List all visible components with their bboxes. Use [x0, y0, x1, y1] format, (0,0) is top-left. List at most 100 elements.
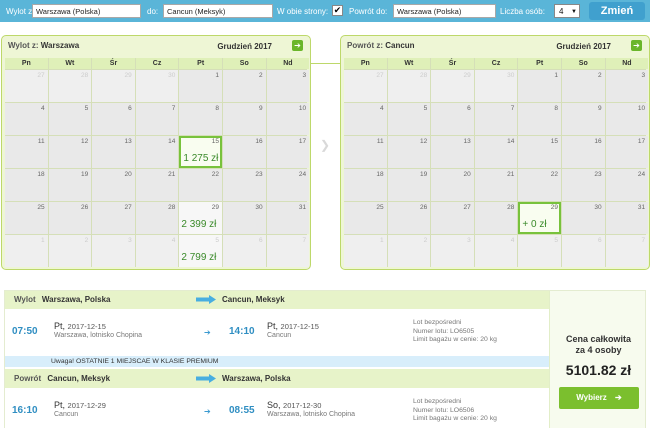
inbound-leg-header: Powrót Cancun, Meksyk Warszawa, Polska	[4, 369, 549, 388]
inbound-leg-from-city: Cancun, Meksyk	[47, 374, 111, 383]
from-input[interactable]: Warszawa (Polska)	[32, 4, 141, 18]
chevron-right-icon: ❯	[320, 138, 331, 152]
persons-label: Liczba osób:	[500, 6, 545, 16]
ret-day-cell: 10	[605, 103, 649, 135]
ret-day-number: 3	[641, 72, 646, 79]
out-day-cell: 6	[92, 103, 135, 135]
out-day-number: 14	[168, 138, 176, 145]
ret-day-cell: 23	[561, 169, 605, 201]
outbound-arr-date-value: 2017-12-15	[280, 322, 319, 331]
out-day-cell-selected[interactable]: 15 1 275 zł	[179, 136, 222, 168]
out-day-cell: 1	[5, 235, 48, 267]
return-input[interactable]: Warszawa (Polska)	[393, 4, 496, 18]
out-day-number: 21	[168, 171, 176, 178]
inbound-dep-date: Pt, 2017-12-29 Cancun	[54, 400, 106, 418]
ret-day-number: 4	[510, 237, 515, 244]
outbound-baggage-limit: Limit bagażu w cenie: 20 kg	[413, 336, 497, 343]
ret-day-number: 2	[597, 72, 602, 79]
arrow-right-icon	[196, 374, 216, 383]
out-day-cell: 27	[5, 70, 48, 102]
return-calendar-month: Grudzień 2017	[556, 42, 611, 51]
out-day-number: 25	[37, 204, 45, 211]
ret-day-number: 29	[550, 204, 558, 211]
ret-day-cell: 2	[387, 235, 431, 267]
outbound-calendar-city: Warszawa	[40, 41, 80, 50]
out-day-number: 23	[255, 171, 263, 178]
ret-day-number: 3	[467, 237, 471, 244]
ret-day-cell: 5	[518, 235, 561, 267]
ret-day-cell: 4	[344, 103, 387, 135]
outbound-calendar-grid: Pn Wt Śr Cz Pt So Nd 27 28 29 30 1 2 3 4 5 6 7 8 9 10 11 12 13 1…	[5, 58, 310, 267]
out-day-cell: 28	[48, 70, 92, 102]
outbound-dep-day: Pt,	[54, 321, 66, 331]
out-day-cell: 24	[266, 169, 310, 201]
ret-day-number: 18	[376, 171, 384, 178]
out-day-number: 28	[80, 72, 89, 79]
outbound-calendar-title: Wylot z: Warszawa	[8, 41, 79, 50]
out-day-price: 2 399 zł	[181, 219, 217, 230]
next-month-icon[interactable]: ➔	[631, 40, 642, 51]
out-weekday: Pn	[5, 58, 48, 69]
ret-day-cell: 6	[561, 235, 605, 267]
ret-day-cell: 30	[561, 202, 605, 234]
out-weekday: Pt	[179, 58, 222, 69]
ret-day-cell: 16	[561, 136, 605, 168]
ret-weekday: Pt	[518, 58, 561, 69]
outbound-flight-number: Numer lotu: LO6505	[413, 327, 475, 335]
out-day-number: 29	[211, 204, 219, 211]
outbound-calendar-month: Grudzień 2017	[217, 42, 272, 51]
arrow-right-icon: ➔	[615, 393, 622, 402]
ret-day-number: 5	[554, 237, 558, 244]
notice-banner: Uwaga! OSTATNIE 1 MIEJSCAE W KLASIE PREM…	[4, 356, 549, 367]
ret-day-cell: 7	[605, 235, 649, 267]
ret-day-cell: 12	[387, 136, 431, 168]
out-day-number: 24	[298, 171, 307, 178]
ret-weekday: Pn	[344, 58, 387, 69]
change-button[interactable]: Zmień	[589, 2, 645, 20]
out-day-number: 29	[124, 72, 132, 79]
out-day-number: 30	[255, 204, 263, 211]
next-month-icon[interactable]: ➔	[292, 40, 303, 51]
ret-day-cell: 21	[474, 169, 518, 201]
outbound-calendar: Wylot z: Warszawa Grudzień 2017 ➔ Pn Wt Śr…	[1, 35, 311, 270]
calendar-connector	[311, 63, 340, 64]
out-day-number: 10	[298, 105, 307, 112]
ret-day-cell: 13	[431, 136, 474, 168]
return-calendar-grid: Pn Wt Śr Cz Pt So Nd 27 28 29 30 1 2 3 4 5 6 7 8 9 10 11 12 13 1…	[344, 58, 649, 267]
select-button[interactable]: Wybierz ➔	[559, 387, 639, 409]
out-day-cell: 12	[48, 136, 92, 168]
roundtrip-checkbox[interactable]: ✔	[332, 5, 343, 16]
inbound-dep-date-value: 2017-12-29	[67, 401, 106, 410]
out-day-number: 1	[40, 237, 45, 244]
out-day-cell: 30	[222, 202, 266, 234]
out-day-number: 22	[211, 171, 219, 178]
ret-day-cell: 15	[518, 136, 561, 168]
arrow-right-icon	[196, 295, 216, 304]
ret-day-cell-selected[interactable]: 29 + 0 zł	[518, 202, 561, 234]
outbound-flight-type: Lot bezpośredni	[413, 319, 462, 326]
persons-select[interactable]: 4 ▼	[554, 4, 580, 18]
out-day-number: 5	[84, 105, 89, 112]
out-day-cell: 11	[5, 136, 48, 168]
outbound-leg-to-city: Cancun, Meksyk	[222, 295, 285, 304]
out-day-cell: 26	[48, 202, 92, 234]
out-day-number: 1	[215, 72, 219, 79]
ret-day-cell: 14	[474, 136, 518, 168]
out-day-cell[interactable]: 29 2 399 zł	[179, 202, 222, 234]
persons-value: 4	[559, 7, 564, 16]
out-day-cell: 13	[92, 136, 135, 168]
outbound-flight-info: Lot bezpośredni Numer lotu: LO6505 Limit…	[413, 319, 497, 345]
ret-weekday: Wt	[387, 58, 431, 69]
outbound-leg-from: Wylot Warszawa, Polska	[14, 295, 111, 304]
ret-day-cell: 9	[561, 103, 605, 135]
out-day-number: 5	[215, 237, 219, 244]
return-calendar-label: Powrót z:	[347, 41, 383, 50]
out-day-cell[interactable]: 5 2 799 zł	[179, 235, 222, 267]
ret-day-number: 26	[419, 204, 428, 211]
ret-day-cell: 27	[431, 202, 474, 234]
to-input[interactable]: Cancun (Meksyk)	[163, 4, 273, 18]
out-day-cell: 20	[92, 169, 135, 201]
out-day-number: 3	[128, 237, 132, 244]
ret-day-number: 8	[554, 105, 558, 112]
inbound-flight-number: Numer lotu: LO6506	[413, 406, 475, 414]
